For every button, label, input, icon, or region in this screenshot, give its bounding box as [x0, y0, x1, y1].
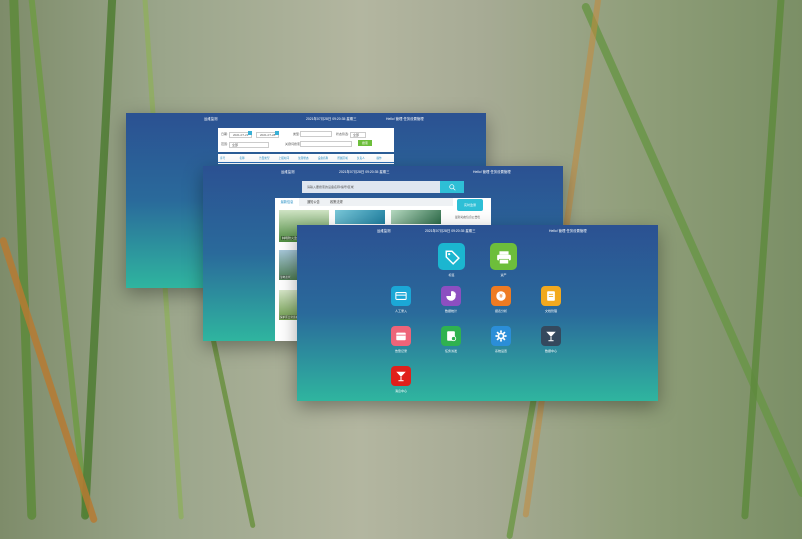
news-thumbnail[interactable]: 湿地巡查: [279, 250, 299, 280]
tab-notices[interactable]: 通知公告: [307, 198, 320, 206]
brand-title: 运维监测: [281, 170, 295, 174]
news-caption: 保护区日常巡护: [280, 315, 299, 319]
table-column-header: 上报时间: [278, 157, 290, 160]
app-tile[interactable]: [491, 326, 511, 346]
calendar-icon: [396, 332, 406, 341]
app-tile[interactable]: [541, 286, 561, 306]
filter-panel: 日期: 2021-07-21 2021-07-28 类型: 状态筛选: 全部 范…: [218, 128, 394, 152]
printer-icon: [496, 250, 511, 264]
svg-text:¥: ¥: [499, 293, 503, 300]
status-label: 状态筛选:: [336, 132, 349, 136]
news-thumbnail[interactable]: [335, 210, 385, 224]
card-icon: [395, 292, 407, 300]
table-header: 序号 名称 告警类型 上报时间 处理状态 设备名称 所属区域 负责人 操作: [218, 156, 394, 163]
app-tile-label: 标签: [448, 273, 455, 277]
table-column-header: 负责人: [356, 157, 365, 160]
table-column-header: 名称: [239, 157, 245, 160]
user-info: Hello! 管理 任务设置管理: [386, 117, 424, 121]
news-caption: 湿地巡查: [280, 275, 291, 279]
search-bar: 请输入要搜索的设备名称/编号/区域: [302, 181, 464, 193]
middle-window-topbar: 运维监测 2021年07月28日 09:20:35 星期三 Hello! 管理 …: [203, 166, 563, 177]
grass-blade: [26, 0, 90, 519]
type-label: 类型:: [293, 132, 300, 136]
app-tile-label: 资产: [500, 273, 507, 277]
gear-icon: [495, 330, 507, 342]
scope-label: 范围:: [221, 142, 228, 146]
app-tile[interactable]: [391, 286, 411, 306]
app-tile[interactable]: [490, 243, 517, 270]
task-icon: [447, 331, 457, 342]
table-column-header: 处理状态: [298, 157, 309, 160]
app-tile[interactable]: [438, 243, 465, 270]
brand-title: 运维监测: [204, 117, 218, 121]
app-tile[interactable]: [391, 366, 411, 386]
keyword-input[interactable]: [300, 141, 352, 147]
results-table: 序号 名称 告警类型 上报时间 处理状态 设备名称 所属区域 负责人 操作: [218, 154, 394, 164]
table-column-header: 告警类型: [259, 157, 270, 160]
app-tile-label: 系统设置: [494, 349, 507, 353]
datetime: 2021年07月28日 09:20:35 星期三: [339, 170, 390, 174]
pie-chart-icon: [446, 290, 457, 301]
coin-icon: ¥: [496, 291, 506, 301]
table-header-underline: [218, 162, 394, 163]
cocktail-icon: [546, 331, 556, 342]
search-button[interactable]: [440, 181, 464, 193]
table-column-header: 设备名称: [317, 157, 329, 160]
datetime: 2021年07月28日 09:20:35 星期三: [425, 229, 476, 233]
app-tile[interactable]: ¥: [491, 286, 511, 306]
user-info: Hello! 管理 任务设置管理: [549, 229, 587, 233]
app-tile-label: 文档管理: [544, 309, 557, 313]
app-tile[interactable]: [391, 326, 411, 346]
front-window[interactable]: 运维监测 2021年07月28日 09:20:35 星期三 Hello! 管理 …: [297, 225, 658, 401]
calendar-icon[interactable]: [248, 131, 252, 135]
app-tile-label: 数据统计: [444, 309, 457, 313]
datetime: 2021年07月28日 09:20:35 星期三: [306, 117, 357, 121]
app-tile-label: 消息中心: [394, 389, 407, 393]
side-caption: 最新动态信息公告栏: [455, 215, 481, 219]
app-tile[interactable]: [541, 326, 561, 346]
app-tile-label: 人工录入: [394, 309, 407, 313]
news-thumbnail[interactable]: [391, 210, 441, 224]
user-info: Hello! 管理 任务设置管理: [473, 170, 511, 174]
tab-latest[interactable]: 最新信息: [275, 198, 299, 206]
scope-select[interactable]: 全部: [229, 142, 270, 148]
grass-blade: [209, 331, 256, 529]
date-label: 日期:: [221, 132, 228, 136]
search-button[interactable]: 搜索: [358, 140, 373, 146]
table-column-header: 操作: [376, 157, 382, 160]
search-icon: [448, 183, 456, 191]
app-tile[interactable]: [441, 326, 461, 346]
back-window-topbar: 运维监测 2021年07月28日 09:20:35 星期三 Hello! 管理 …: [126, 113, 486, 124]
side-badge[interactable]: 实时监测: [457, 199, 483, 211]
front-window-topbar: 运维监测 2021年07月28日 09:20:35 星期三 Hello! 管理 …: [297, 225, 658, 236]
grass-blade: [80, 0, 118, 520]
status-select[interactable]: 全部: [350, 132, 367, 138]
table-column-header: 序号: [220, 157, 226, 160]
keyword-label: 关键词搜索:: [285, 142, 301, 146]
app-tile-label: 报表分析: [494, 309, 507, 313]
calendar-icon[interactable]: [275, 131, 279, 135]
app-tile-label: 数据中心: [544, 349, 557, 353]
document-icon: [547, 291, 555, 301]
tab-policy[interactable]: 政策法规: [330, 198, 343, 206]
brand-title: 运维监测: [377, 229, 391, 233]
app-tile-label: 任务派发: [444, 349, 457, 353]
app-tile-label: 告警记录: [394, 349, 407, 353]
tag-icon: [445, 250, 460, 265]
tab-bar: 最新信息 通知公告 政策法规: [275, 198, 475, 206]
type-select[interactable]: [300, 131, 332, 137]
cocktail-icon: [396, 371, 406, 382]
table-column-header: 所属区域: [337, 157, 348, 160]
grass-blade: [0, 236, 99, 524]
search-input[interactable]: 请输入要搜索的设备名称/编号/区域: [302, 181, 440, 193]
news-thumbnail[interactable]: 保护区日常巡护: [279, 290, 299, 320]
app-tile[interactable]: [441, 286, 461, 306]
